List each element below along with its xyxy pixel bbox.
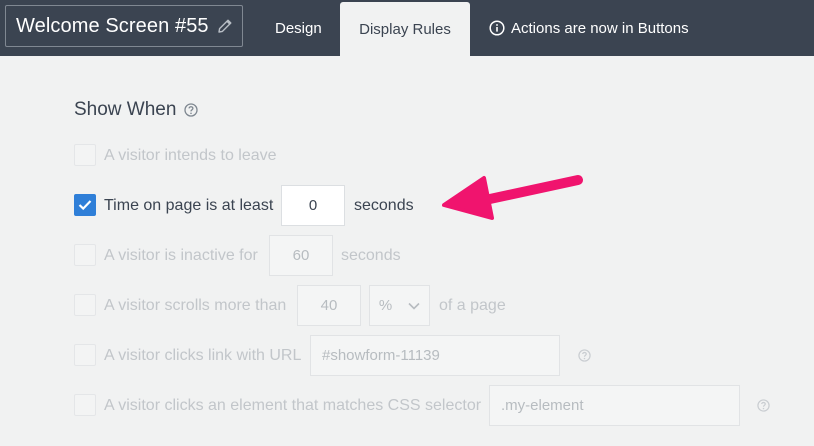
rule-exit-intent-checkbox[interactable] bbox=[74, 144, 96, 166]
link-url-input[interactable]: #showform-11139 bbox=[310, 335, 560, 376]
inactive-seconds-input[interactable]: 60 bbox=[269, 235, 333, 276]
rule-click-link-checkbox[interactable] bbox=[74, 344, 96, 366]
rule-inactive-label: A visitor is inactive for bbox=[104, 247, 258, 264]
section-title: Show When bbox=[74, 99, 199, 121]
tab-display-rules[interactable]: Display Rules bbox=[340, 2, 470, 57]
screen-title-field[interactable]: Welcome Screen #55 bbox=[5, 5, 243, 47]
rule-scroll-label: A visitor scrolls more than bbox=[104, 297, 287, 314]
inactive-suffix: seconds bbox=[341, 247, 401, 264]
chevron-down-icon bbox=[408, 302, 420, 310]
rule-click-link-label: A visitor clicks link with URL bbox=[104, 347, 302, 364]
scroll-amount-input[interactable]: 40 bbox=[297, 285, 361, 326]
time-on-page-seconds-input[interactable]: 0 bbox=[281, 185, 345, 226]
rule-time-on-page-checkbox[interactable] bbox=[74, 194, 96, 216]
link-url-placeholder: #showform-11139 bbox=[322, 347, 440, 364]
screen-title: Welcome Screen #55 bbox=[16, 14, 209, 37]
help-icon[interactable] bbox=[757, 399, 770, 412]
scroll-unit-value: % bbox=[378, 297, 393, 314]
rule-inactive-checkbox[interactable] bbox=[74, 244, 96, 266]
annotation-arrow bbox=[442, 175, 583, 220]
scroll-unit-select[interactable]: % bbox=[369, 285, 430, 326]
pencil-icon[interactable] bbox=[216, 17, 234, 35]
scroll-suffix: of a page bbox=[439, 297, 506, 314]
tab-actions[interactable]: Actions are now in Buttons bbox=[489, 0, 689, 56]
help-icon[interactable] bbox=[184, 103, 199, 117]
rule-click-element-checkbox[interactable] bbox=[74, 394, 96, 416]
css-selector-placeholder: .my-element bbox=[501, 397, 584, 414]
section-title-label: Show When bbox=[74, 99, 177, 120]
rule-scroll-checkbox[interactable] bbox=[74, 294, 96, 316]
rule-click-element-label: A visitor clicks an element that matches… bbox=[104, 397, 482, 414]
rule-exit-intent-label: A visitor intends to leave bbox=[104, 147, 277, 164]
time-on-page-suffix: seconds bbox=[354, 197, 414, 214]
top-bar: Welcome Screen #55 Design Display Rules … bbox=[0, 0, 814, 57]
css-selector-input[interactable]: .my-element bbox=[489, 385, 740, 426]
help-icon[interactable] bbox=[578, 349, 591, 362]
info-icon bbox=[489, 20, 505, 36]
tab-design[interactable]: Design bbox=[275, 0, 322, 56]
tab-actions-label: Actions are now in Buttons bbox=[511, 19, 689, 37]
checkmark-icon bbox=[78, 200, 92, 211]
rule-time-on-page-label: Time on page is at least bbox=[104, 197, 274, 214]
